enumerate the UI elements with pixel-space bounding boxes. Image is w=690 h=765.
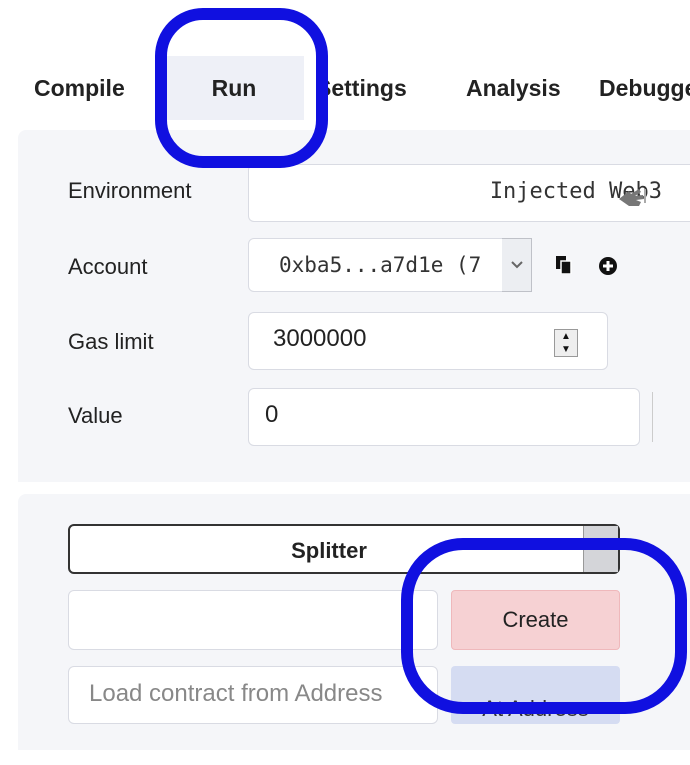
tab-settings[interactable]: Settings (316, 56, 407, 120)
copy-icon[interactable] (556, 256, 572, 274)
constructor-args-input[interactable] (68, 590, 438, 650)
value-value: 0 (265, 401, 279, 428)
chevron-down-icon (510, 261, 523, 269)
value-input[interactable]: 0 (248, 388, 640, 446)
value-label: Value (68, 403, 123, 428)
tab-compile[interactable]: Compile (34, 56, 125, 120)
load-address-input[interactable]: Load contract from Address (68, 666, 438, 724)
account-label: Account (68, 254, 148, 279)
annotation-ring-run (155, 8, 328, 168)
spinner-arrows-icon[interactable]: ▲ ▼ (554, 329, 578, 357)
tab-debugger[interactable]: Debugger (599, 56, 690, 120)
gas-limit-value: 3000000 (273, 325, 367, 352)
unit-select-edge[interactable] (652, 392, 653, 442)
tab-bar: Compile Run Settings Analysis Debugger (0, 56, 690, 120)
plus-circle-icon[interactable] (598, 256, 618, 276)
pointing-hand-icon (619, 189, 646, 206)
account-select[interactable]: 0xba5...a7d1e (7 (248, 238, 504, 292)
account-dropdown[interactable] (502, 238, 532, 292)
annotation-ring-create (401, 538, 687, 714)
environment-label: Environment (68, 178, 192, 203)
tab-analysis[interactable]: Analysis (466, 56, 561, 120)
gas-limit-label: Gas limit (68, 329, 154, 354)
account-value: 0xba5...a7d1e (7 (279, 253, 482, 277)
